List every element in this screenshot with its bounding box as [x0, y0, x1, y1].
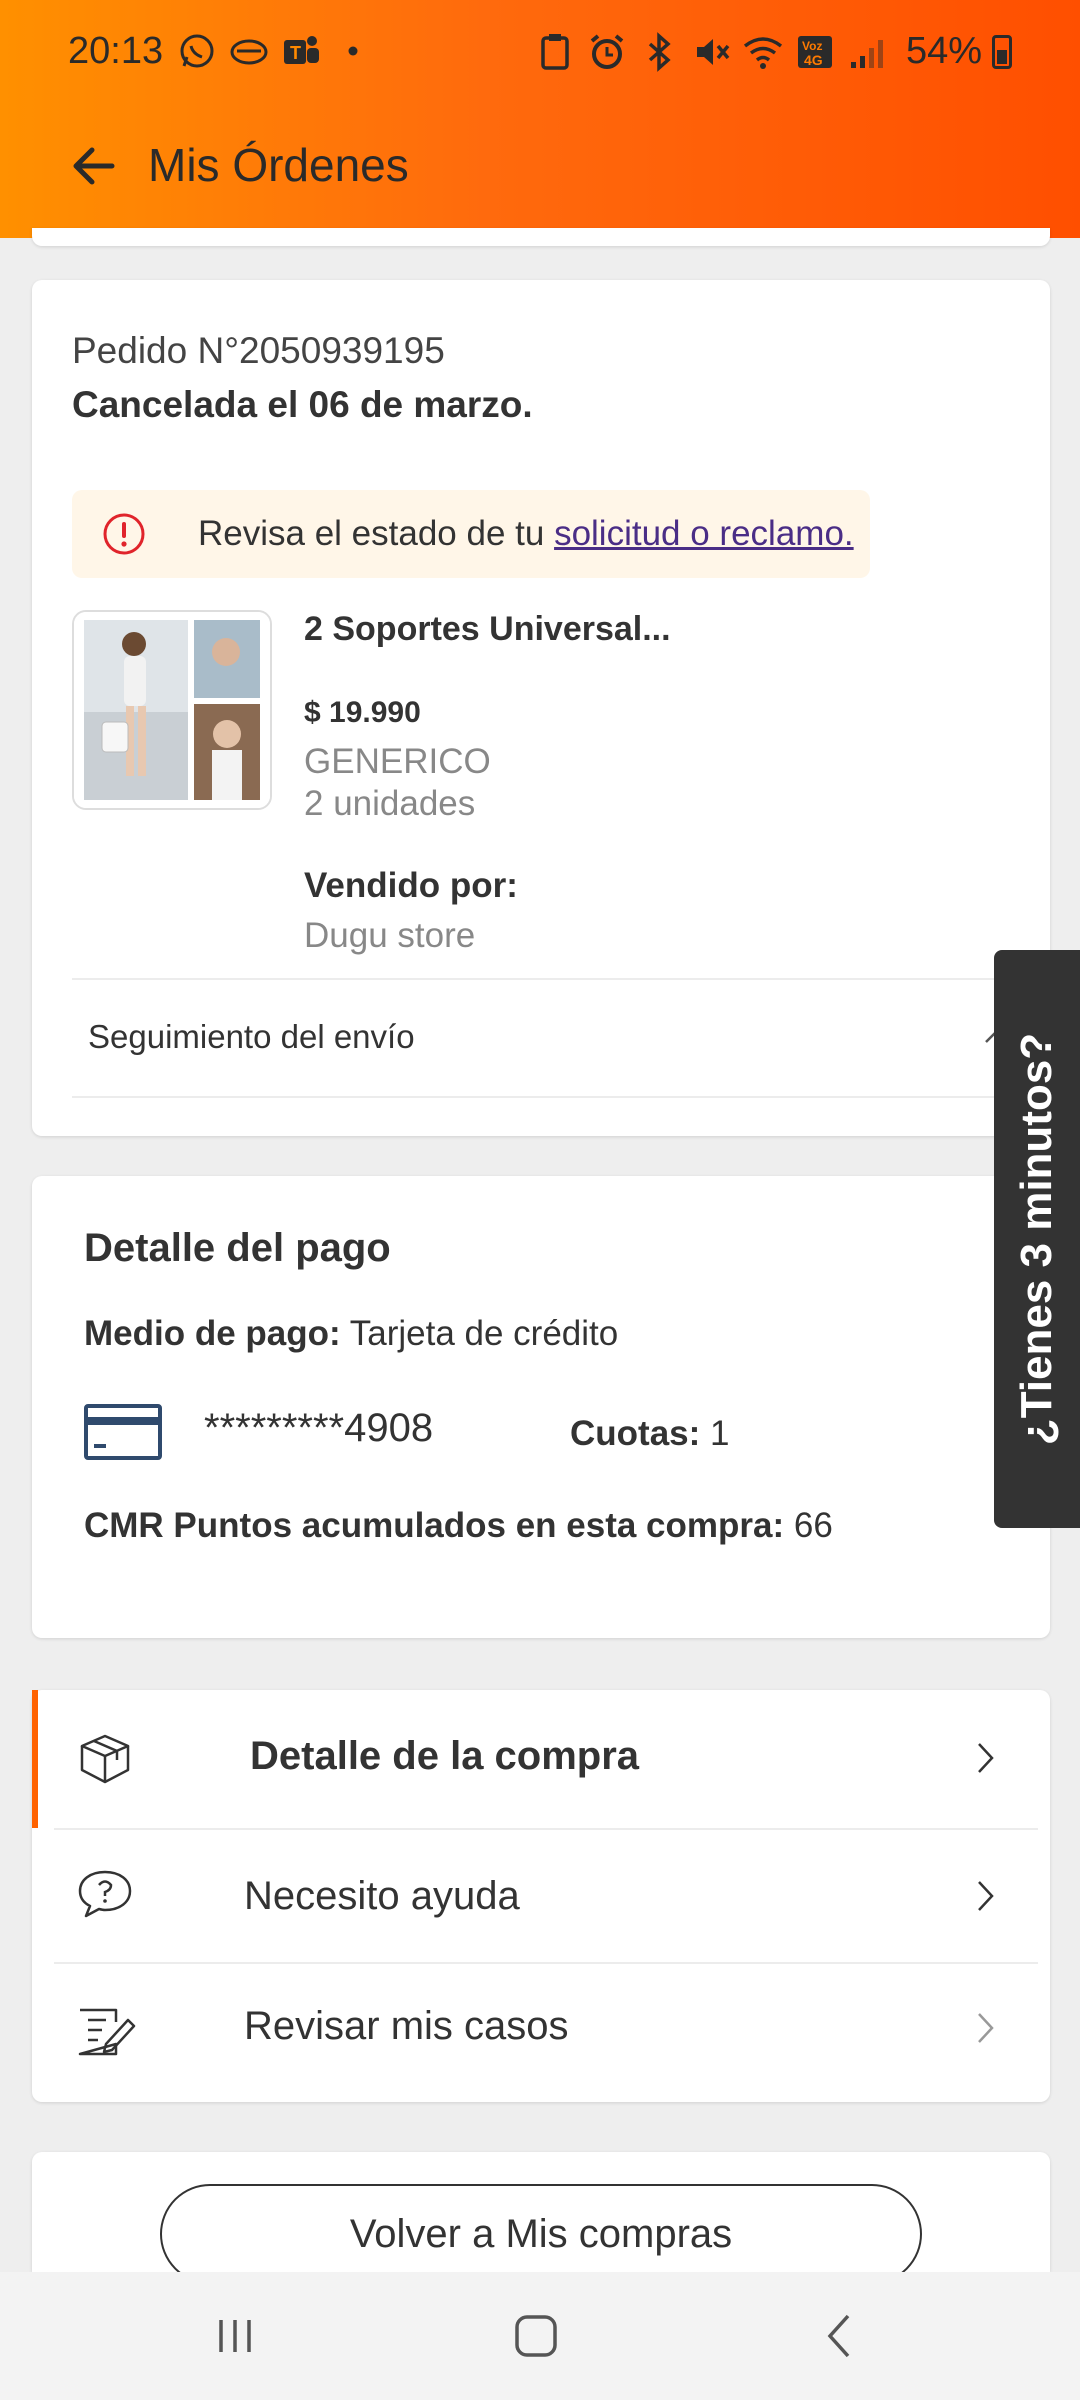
product-units: 2 unidades — [304, 784, 476, 823]
previous-card-edge — [32, 228, 1050, 246]
chevron-right-icon — [978, 1881, 994, 1911]
chevron-right-icon — [978, 2013, 994, 2043]
survey-feedback-tab[interactable]: ¿Tienes 3 minutos? — [994, 950, 1080, 1528]
sold-by-label: Vendido por: — [304, 866, 518, 905]
handshake-icon — [228, 30, 270, 72]
app-header: 20:13 T Voz 4G 54% Mis Órdenes — [0, 0, 1080, 238]
order-number: Pedido N°2050939195 — [72, 330, 445, 371]
claim-link[interactable]: solicitud o reclamo. — [554, 514, 854, 553]
menu-item-need-help[interactable]: Necesito ayuda — [32, 1830, 1050, 1962]
box-icon — [80, 1734, 130, 1784]
system-navigation-bar — [0, 2272, 1080, 2400]
alert-text: Revisa el estado de tu solicitud o recla… — [198, 514, 854, 554]
product-name[interactable]: 2 Soportes Universal... — [304, 610, 671, 649]
payment-method-value: Tarjeta de crédito — [340, 1314, 619, 1353]
menu-label: Revisar mis casos — [244, 2004, 569, 2048]
claim-status-alert: Revisa el estado de tu solicitud o recla… — [72, 490, 870, 578]
teams-icon: T — [280, 30, 322, 72]
product-price: $ 19.990 — [304, 696, 421, 729]
chevron-right-icon — [978, 1743, 994, 1773]
divider — [72, 1096, 1022, 1098]
battery-percentage: 54% — [905, 30, 982, 72]
order-card: Pedido N°2050939195 Cancelada el 06 de m… — [32, 280, 1050, 1136]
help-chat-icon — [78, 1870, 132, 1918]
menu-label: Necesito ayuda — [244, 1874, 520, 1918]
installments: Cuotas: 1 — [570, 1414, 729, 1454]
alarm-icon — [586, 31, 628, 73]
notes-edit-icon — [78, 2008, 136, 2056]
volte-icon: Voz 4G — [794, 31, 836, 73]
status-time: 20:13 — [68, 30, 164, 72]
menu-item-my-cases[interactable]: Revisar mis casos — [32, 1964, 1050, 2100]
footer-card: Volver a Mis compras — [32, 2152, 1050, 2284]
svg-text:T: T — [290, 43, 301, 63]
shipment-tracking-toggle[interactable]: Seguimiento del envío — [72, 980, 1022, 1096]
signal-icon — [846, 31, 888, 73]
seller-name: Dugu store — [304, 916, 476, 955]
mute-icon — [690, 31, 732, 73]
product-image[interactable] — [72, 610, 272, 810]
recent-apps-icon[interactable] — [205, 2306, 265, 2366]
whatsapp-icon — [176, 30, 218, 72]
notification-icons: T — [176, 30, 374, 72]
system-status-icons: Voz 4G 54% — [534, 30, 1012, 73]
battery-icon — [992, 34, 1012, 69]
status-bar: 20:13 T Voz 4G 54% — [0, 0, 1080, 108]
survey-tab-label: ¿Tienes 3 minutos? — [1012, 1032, 1061, 1446]
cmr-points-label: CMR Puntos acumulados en esta compra: — [84, 1506, 785, 1545]
payment-title: Detalle del pago — [84, 1226, 391, 1270]
installments-value: 1 — [700, 1414, 730, 1453]
bluetooth-icon — [638, 31, 680, 73]
svg-text:Voz: Voz — [802, 39, 822, 53]
payment-method-label: Medio de pago: — [84, 1314, 341, 1353]
home-icon[interactable] — [506, 2306, 566, 2366]
cmr-points: CMR Puntos acumulados en esta compra: 66 — [84, 1506, 833, 1546]
clipboard-icon — [534, 31, 576, 73]
active-indicator — [32, 1690, 38, 1828]
menu-item-purchase-detail[interactable]: Detalle de la compra — [32, 1690, 1050, 1828]
dot-icon — [332, 30, 374, 72]
menu-label: Detalle de la compra — [250, 1734, 640, 1778]
payment-method: Medio de pago: Tarjeta de crédito — [84, 1314, 618, 1354]
wifi-icon — [742, 31, 784, 73]
order-actions-menu: Detalle de la compra Necesito ayuda Revi… — [32, 1690, 1050, 2102]
card-number: *********4908 — [204, 1406, 434, 1450]
credit-card-icon — [84, 1404, 162, 1460]
alert-circle-icon — [103, 513, 145, 555]
page-title: Mis Órdenes — [148, 139, 409, 191]
back-nav-icon[interactable] — [810, 2306, 870, 2366]
installments-label: Cuotas: — [570, 1414, 701, 1453]
product-brand: GENERICO — [304, 742, 491, 781]
cmr-points-value: 66 — [784, 1506, 833, 1545]
order-status: Cancelada el 06 de marzo. — [72, 384, 533, 425]
back-to-purchases-button[interactable]: Volver a Mis compras — [160, 2184, 922, 2284]
payment-detail-card: Detalle del pago Medio de pago: Tarjeta … — [32, 1176, 1050, 1638]
back-arrow-icon[interactable] — [66, 138, 122, 194]
alert-message: Revisa el estado de tu — [198, 514, 555, 553]
svg-text:4G: 4G — [804, 52, 823, 68]
tracking-label: Seguimiento del envío — [88, 1018, 415, 1055]
